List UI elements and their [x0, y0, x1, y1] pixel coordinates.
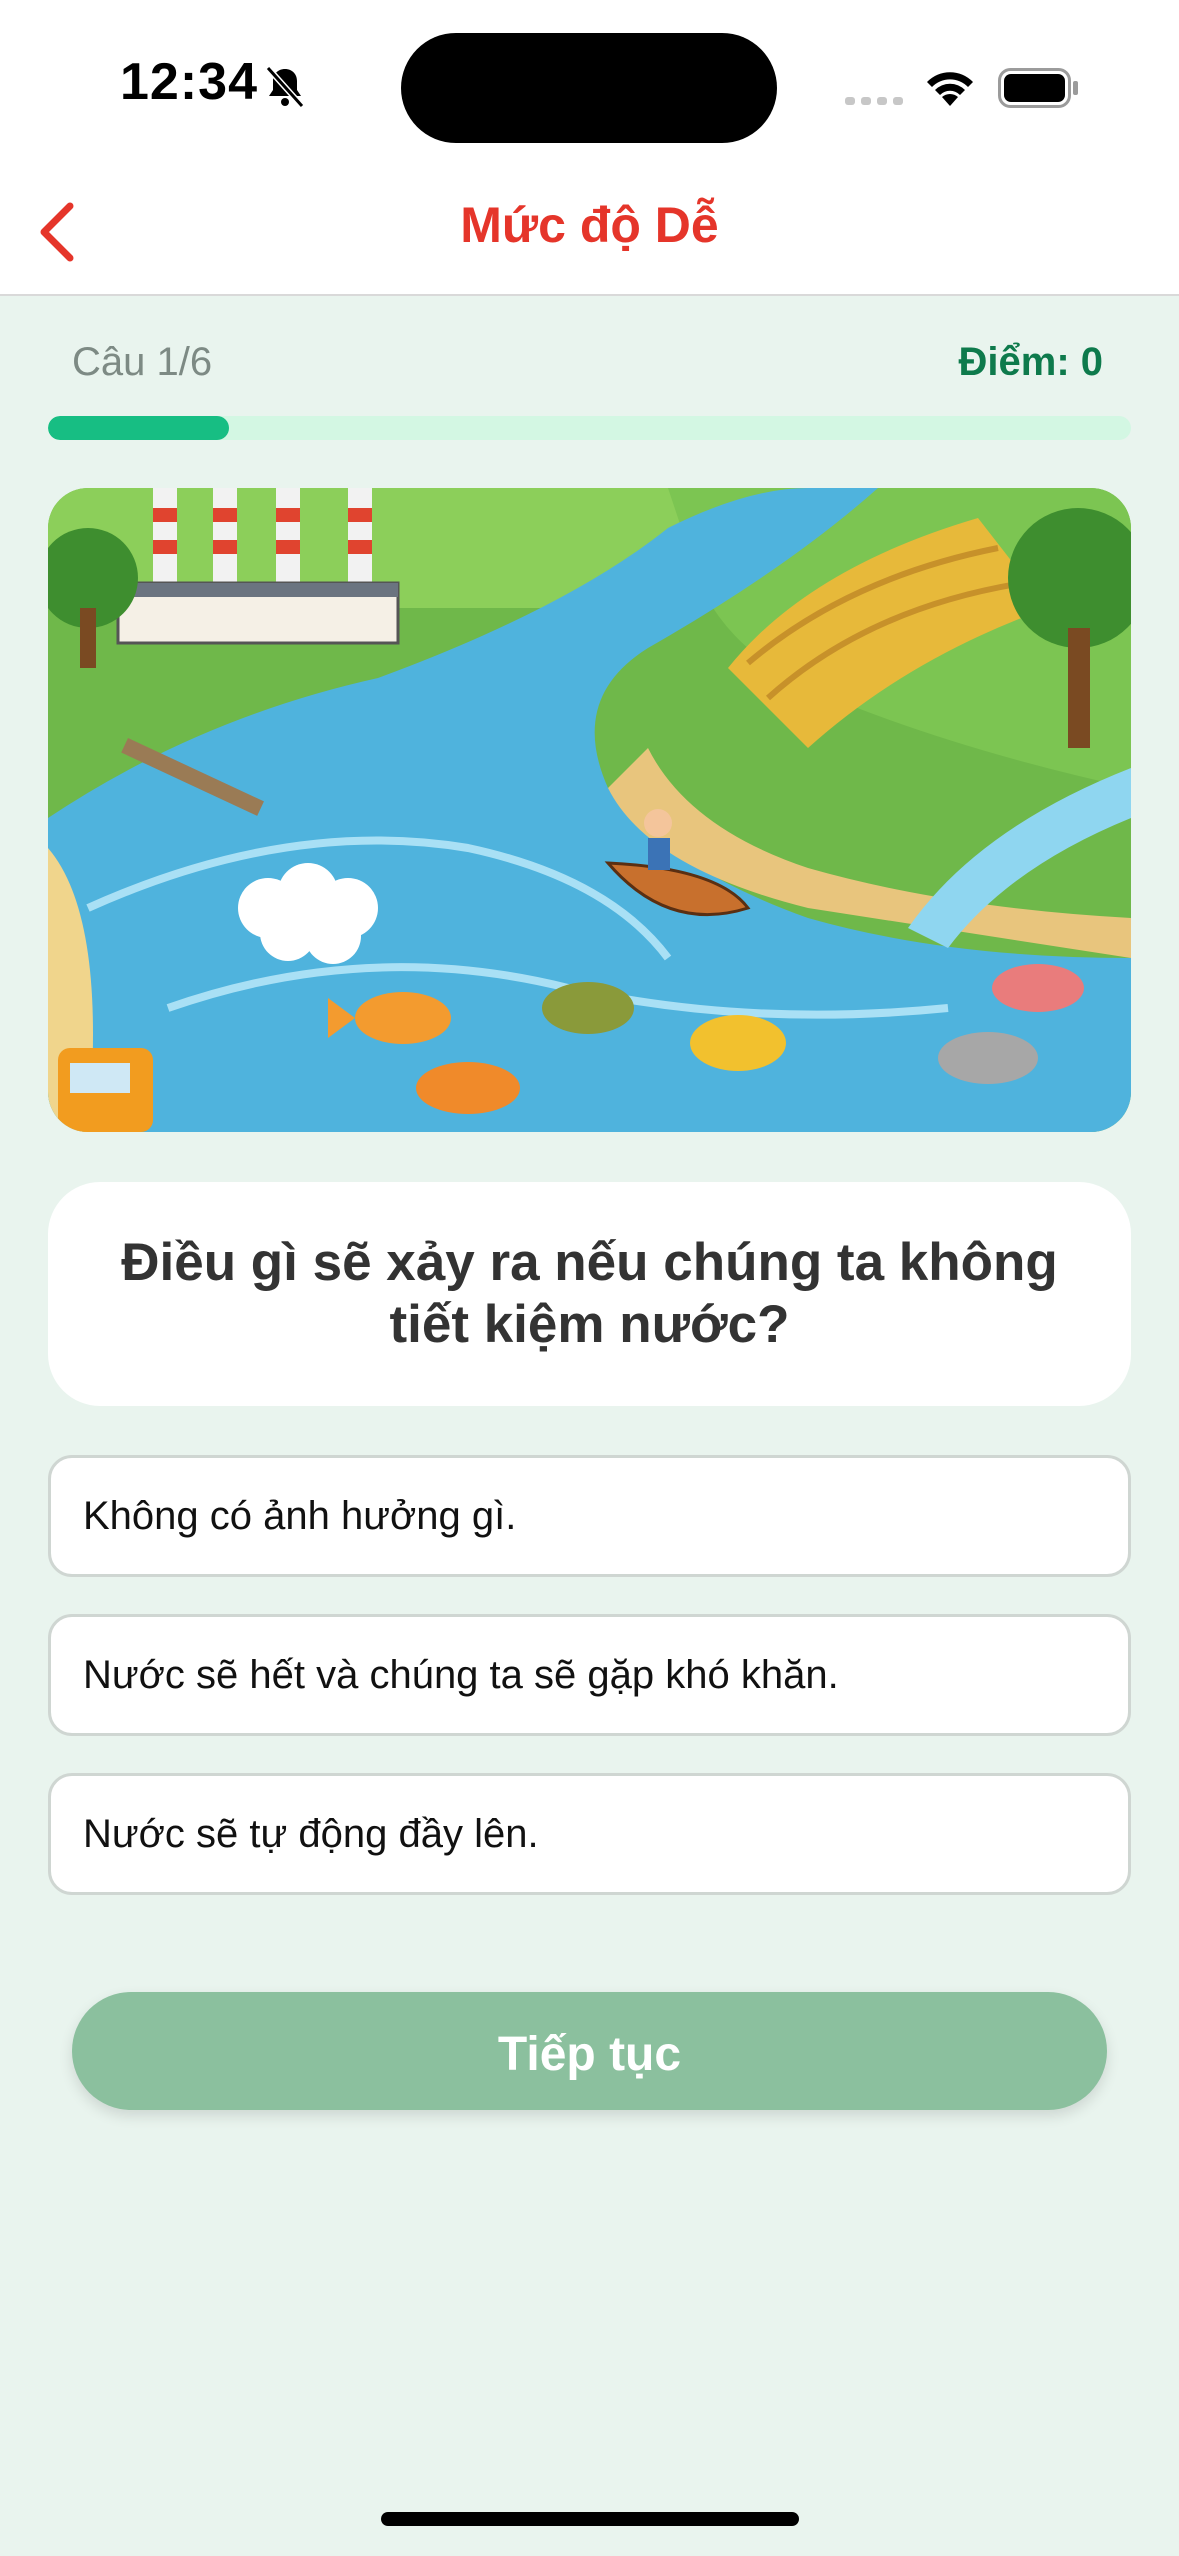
question-card: Điều gì sẽ xảy ra nếu chúng ta không tiế…: [48, 1182, 1131, 1406]
page-title: Mức độ Dễ: [460, 197, 719, 253]
question-counter: Câu 1/6: [72, 340, 213, 384]
answer-option-label: Nước sẽ hết và chúng ta sẽ gặp khó khăn.: [83, 1652, 839, 1697]
answer-option-label: Không có ảnh hưởng gì.: [83, 1493, 517, 1538]
silent-bell-icon: [265, 65, 305, 109]
question-illustration: [48, 488, 1131, 1132]
cellular-signal-icon: [845, 97, 903, 105]
answer-option-label: Nước sẽ tự động đầy lên.: [83, 1811, 539, 1856]
home-indicator: [381, 2512, 799, 2526]
status-time: 12:34: [120, 53, 258, 111]
quiz-screen: 12:34 Mức độ Dễ Câu 1/6 Điểm: 0 Điều gì …: [0, 0, 1179, 2556]
score-label: Điểm: 0: [958, 340, 1104, 384]
continue-button-label: Tiếp tục: [497, 2027, 682, 2081]
continue-button[interactable]: Tiếp tục: [72, 1992, 1107, 2110]
progress-bar: [48, 416, 1131, 440]
dynamic-island: [401, 33, 777, 143]
answer-option-1[interactable]: Không có ảnh hưởng gì.: [48, 1455, 1131, 1577]
status-bar: 12:34: [0, 0, 1179, 170]
question-text: Điều gì sẽ xảy ra nếu chúng ta không tiế…: [121, 1233, 1058, 1354]
progress-bar-fill: [48, 416, 229, 440]
nav-bar: Mức độ Dễ: [0, 170, 1179, 296]
battery-icon: [998, 68, 1078, 108]
wifi-icon: [927, 72, 973, 106]
answer-option-2[interactable]: Nước sẽ hết và chúng ta sẽ gặp khó khăn.: [48, 1614, 1131, 1736]
answer-option-3[interactable]: Nước sẽ tự động đầy lên.: [48, 1773, 1131, 1895]
